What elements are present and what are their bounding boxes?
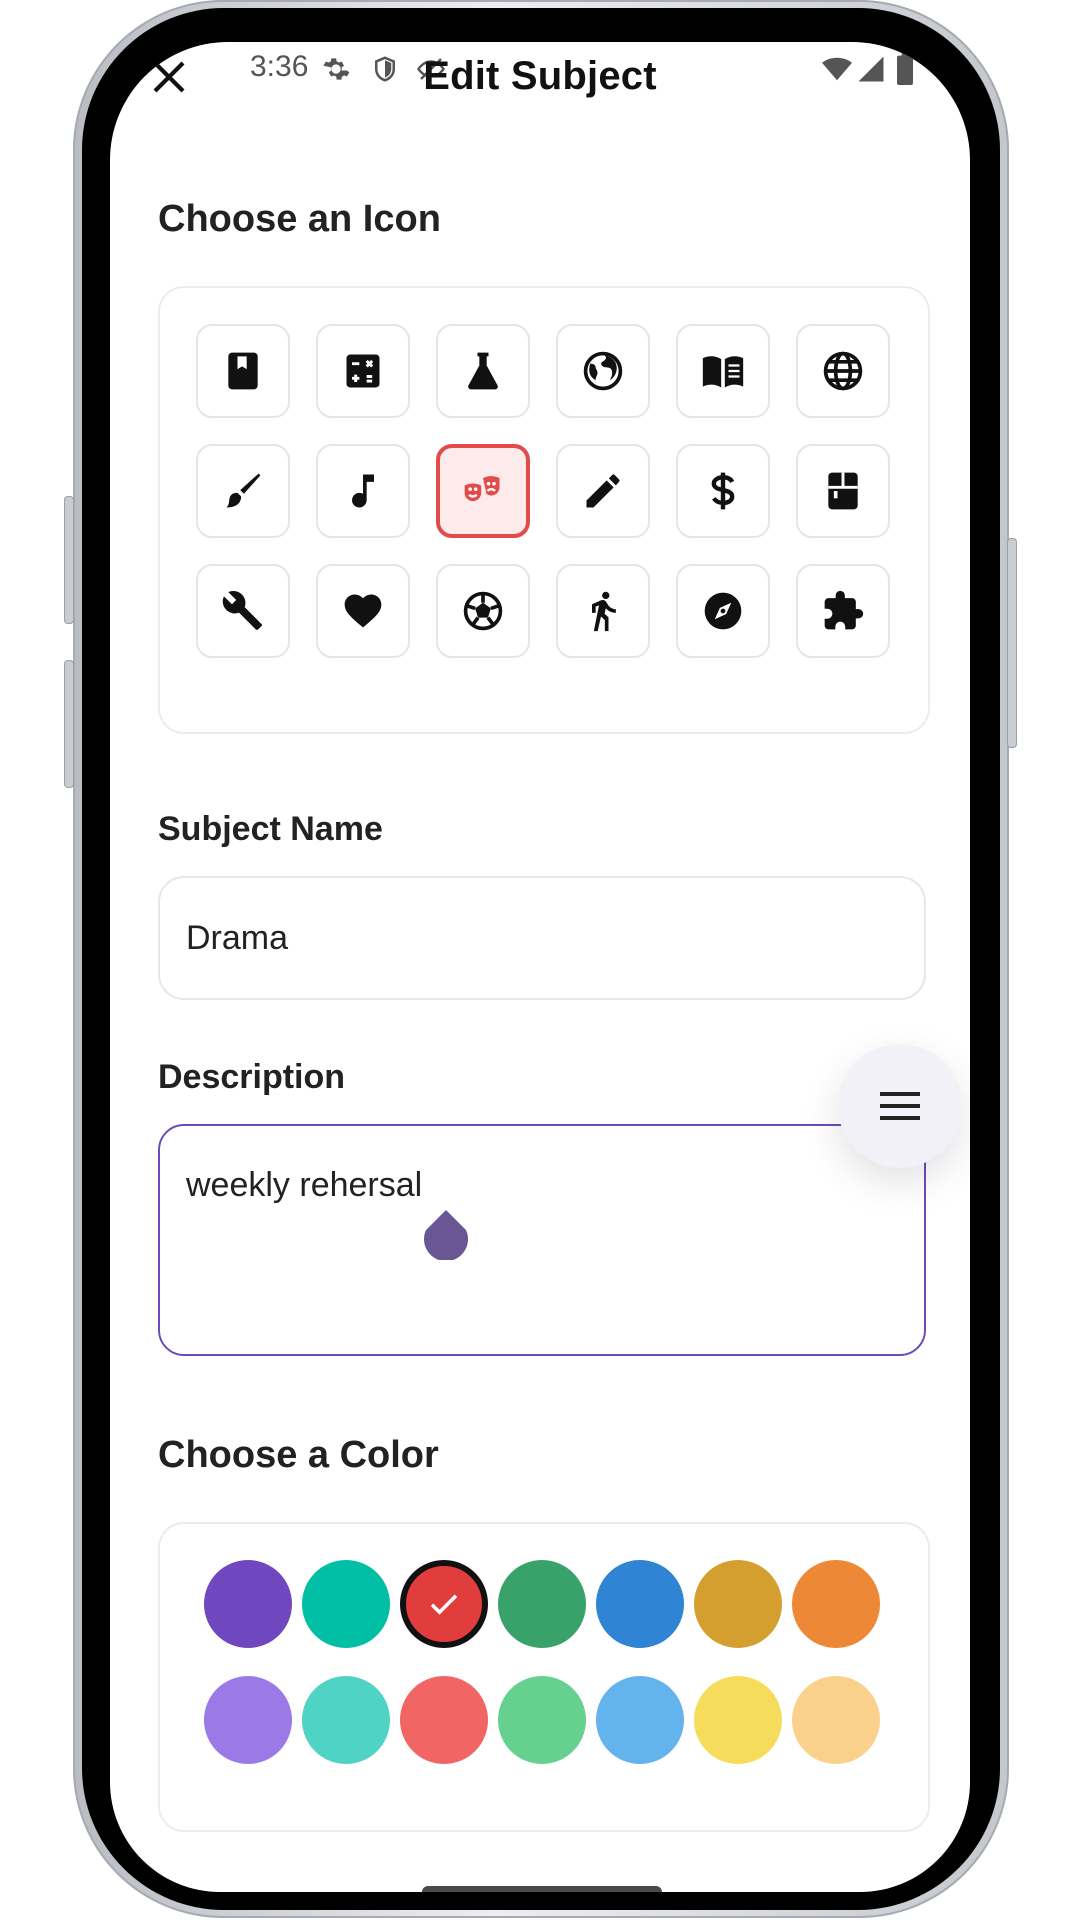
puzzle-icon — [824, 590, 864, 630]
icon-option-walking-person[interactable] — [556, 564, 650, 658]
pencil-icon — [586, 474, 620, 508]
volume-up-button — [64, 496, 74, 624]
color-swatch[interactable] — [204, 1560, 292, 1648]
subject-name-label: Subject Name — [158, 810, 383, 848]
description-label: Description — [158, 1058, 346, 1096]
globe-icon — [823, 351, 863, 391]
icon-option-locker[interactable] — [796, 444, 890, 538]
icon-section-title: Choose an Icon — [158, 198, 441, 240]
color-swatch[interactable] — [204, 1676, 292, 1764]
walking-person-icon — [592, 591, 616, 632]
check-icon — [430, 1594, 458, 1615]
icon-option-dollar[interactable] — [676, 444, 770, 538]
page-title: Edit Subject — [423, 54, 657, 98]
color-swatch[interactable] — [498, 1560, 586, 1648]
icon-option-globe[interactable] — [796, 324, 890, 418]
icon-option-music-note[interactable] — [316, 444, 410, 538]
icon-option-compass[interactable] — [676, 564, 770, 658]
power-button — [1007, 538, 1017, 748]
icon-option-soccer-ball[interactable] — [436, 564, 530, 658]
color-picker-card — [158, 1522, 930, 1832]
color-swatch[interactable] — [400, 1560, 488, 1648]
icon-option-theater-masks[interactable] — [436, 444, 530, 538]
color-swatch[interactable] — [694, 1560, 782, 1648]
color-swatch[interactable] — [792, 1676, 880, 1764]
locker-icon — [828, 472, 858, 510]
icon-option-heart[interactable] — [316, 564, 410, 658]
icon-option-paintbrush[interactable] — [196, 444, 290, 538]
text-cursor-handle[interactable] — [422, 1210, 470, 1260]
color-grid — [204, 1560, 880, 1764]
subject-name-input[interactable]: Drama — [158, 876, 926, 1000]
color-section-title: Choose a Color — [158, 1434, 439, 1476]
icon-option-pencil[interactable] — [556, 444, 650, 538]
music-note-icon — [352, 474, 374, 508]
menu-icon — [880, 1092, 920, 1120]
paintbrush-icon — [226, 473, 261, 508]
wrench-icon — [222, 591, 263, 630]
theater-masks-icon — [464, 476, 500, 502]
icon-option-open-book[interactable] — [676, 324, 770, 418]
app-screen: 3:36 Edit Subject Choose an Icon Subject… — [110, 42, 970, 1892]
icon-grid — [196, 324, 890, 658]
book-icon — [228, 352, 258, 390]
home-indicator — [422, 1886, 662, 1892]
color-swatch[interactable] — [596, 1676, 684, 1764]
color-swatch[interactable] — [792, 1560, 880, 1648]
icon-option-puzzle[interactable] — [796, 564, 890, 658]
compass-icon — [704, 592, 742, 630]
icon-option-flask[interactable] — [436, 324, 530, 418]
icon-option-wrench[interactable] — [196, 564, 290, 658]
color-swatch[interactable] — [302, 1676, 390, 1764]
color-swatch[interactable] — [694, 1676, 782, 1764]
icon-option-book[interactable] — [196, 324, 290, 418]
subject-name-value: Drama — [186, 918, 289, 957]
icon-option-calculator[interactable] — [316, 324, 410, 418]
description-input[interactable]: weekly rehersal — [158, 1124, 926, 1356]
color-swatch[interactable] — [400, 1676, 488, 1764]
open-book-icon — [702, 356, 744, 388]
description-value: weekly rehersal — [186, 1166, 423, 1204]
heart-icon — [344, 594, 382, 628]
soccer-ball-icon — [463, 591, 503, 631]
menu-button[interactable] — [838, 1044, 962, 1168]
icon-picker-card — [158, 286, 930, 734]
flask-icon — [468, 352, 498, 390]
volume-down-button — [64, 660, 74, 788]
color-swatch[interactable] — [596, 1560, 684, 1648]
dollar-icon — [711, 472, 735, 510]
calculator-icon — [346, 354, 380, 388]
color-swatch[interactable] — [302, 1560, 390, 1648]
color-swatch[interactable] — [498, 1676, 586, 1764]
earth-icon — [583, 351, 623, 391]
icon-option-earth[interactable] — [556, 324, 650, 418]
